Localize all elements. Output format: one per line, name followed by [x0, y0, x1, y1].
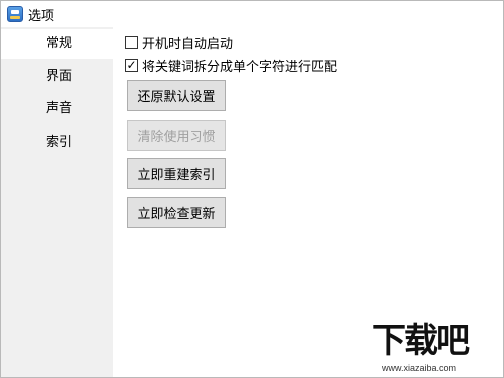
sidebar-item-general[interactable]: 常规	[1, 29, 113, 59]
split-keywords-checkbox-row[interactable]: ✓ 将关键词拆分成单个字符进行匹配	[125, 56, 338, 75]
sidebar-item-index[interactable]: 索引	[1, 128, 113, 158]
title-bar[interactable]: 选项	[1, 1, 503, 27]
autostart-label: 开机时自动启动	[142, 36, 234, 52]
clear-usage-habits-button[interactable]: 清除使用习惯	[127, 120, 226, 151]
watermark: 下载吧 www.xiazaiba.com	[368, 319, 502, 377]
rebuild-index-button[interactable]: 立即重建索引	[127, 158, 226, 189]
watermark-url: www.xiazaiba.com	[382, 363, 457, 373]
autostart-checkbox-row[interactable]: 开机时自动启动	[125, 33, 234, 52]
sidebar-item-label: 常规	[46, 36, 73, 51]
sidebar-item-interface[interactable]: 界面	[1, 62, 113, 92]
sidebar-item-label: 索引	[46, 135, 73, 150]
split-keywords-checkbox[interactable]: ✓	[125, 57, 138, 72]
sidebar-item-sound[interactable]: 声音	[1, 94, 113, 124]
sidebar: 常规 界面 声音 索引	[1, 27, 113, 377]
check-updates-button[interactable]: 立即检查更新	[127, 197, 226, 228]
watermark-logo: 下载吧	[368, 319, 502, 363]
sidebar-item-label: 界面	[46, 69, 73, 84]
watermark-logo-text: 下载吧	[372, 321, 470, 361]
app-icon	[7, 6, 23, 22]
window-title: 选项	[28, 9, 55, 24]
restore-defaults-button[interactable]: 还原默认设置	[127, 80, 226, 111]
autostart-checkbox[interactable]	[125, 35, 138, 49]
sidebar-item-label: 声音	[46, 101, 73, 116]
check-icon: ✓	[126, 57, 137, 72]
options-window: 选项 常规 界面 声音 索引 开机时自动启动 ✓ 将关键词拆分成单个字符进行匹配	[0, 0, 504, 378]
split-keywords-label: 将关键词拆分成单个字符进行匹配	[142, 59, 338, 75]
